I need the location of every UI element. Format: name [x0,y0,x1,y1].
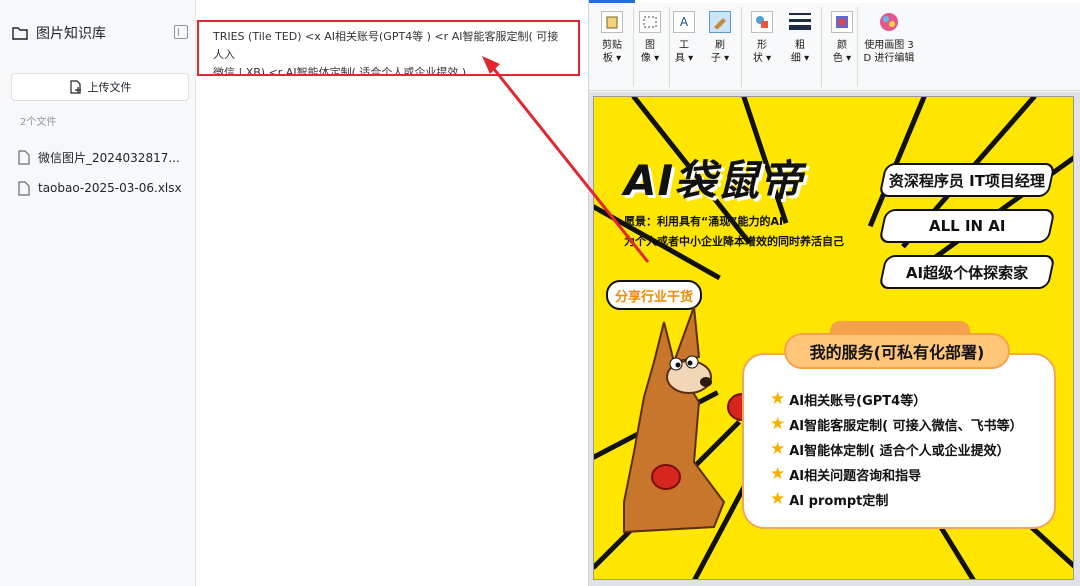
file-icon [18,149,30,165]
canvas-area[interactable]: AI袋鼠帝 愿景：利用具有“涌现”能力的AI 为个人或者中小企业降本增效的同时养… [589,92,1080,586]
services-title: 我的服务(可私有化部署) [784,333,1010,369]
service-text: AI prompt定制 [789,493,889,509]
service-item: ★ AI相关问题咨询和指导 [770,464,921,484]
tool-label: 工 [679,40,689,51]
tool-label: 色 ▾ [832,53,852,64]
file-icon [18,180,30,196]
ribbon-separator [821,7,822,87]
tool-label: 颜 [837,40,847,51]
tool-label: 刷 [715,40,725,51]
tool-label: 具 ▾ [674,53,694,64]
extracted-text-highlight[interactable]: TRIES (Tile TED) <x AI相关账号(GPT4等 ) <r AI… [197,20,580,76]
tool-label: 形 [757,40,767,51]
poster-vision-line: 愿景：利用具有“涌现”能力的AI [624,215,784,228]
upload-file-button[interactable]: 上传文件 [11,73,189,101]
sidebar-title: 图片知识库 [36,26,106,42]
poster-tag-text: AI超级个体探索家 [905,263,1029,282]
shapes-icon [751,11,773,33]
star-icon: ★ [770,414,786,434]
service-text: AI相关问题咨询和指导 [789,468,922,484]
brush-tool[interactable]: 刷 子 ▾ [703,9,737,89]
service-item: ★ AI相关账号(GPT4等） [770,389,926,409]
paint3d-icon [878,11,900,33]
stroke-width-tool[interactable]: 粗 细 ▾ [783,9,817,89]
colors-tool[interactable]: 颜 色 ▾ [825,9,859,89]
color-palette-icon [831,11,853,33]
tool-label: 粗 [795,40,805,51]
file-count: 2个文件 [20,117,57,128]
tools-tool[interactable]: A 工 具 ▾ [667,9,701,89]
text-line: 微信 | XB) <r AI智能体定制( 适合个人或企业提效 ) [213,66,467,76]
clipboard-tool[interactable]: 剪贴 板 ▾ [595,9,629,89]
poster-tag: ALL IN AI [878,209,1056,243]
poster-image[interactable]: AI袋鼠帝 愿景：利用具有“涌现”能力的AI 为个人或者中小企业降本增效的同时养… [593,96,1074,580]
service-item: ★ AI prompt定制 [770,489,888,509]
service-text: AI智能客服定制( 可接入微信、飞书等） [789,418,1023,434]
collapse-sidebar-icon[interactable] [174,25,188,39]
paint3d-button[interactable]: 使用画图 3 D 进行编辑 [859,9,919,89]
service-text: AI智能体定制( 适合个人或企业提效） [789,443,1010,459]
folder-icon [12,27,28,40]
shapes-tool[interactable]: 形 状 ▾ [745,9,779,89]
star-icon: ★ [770,464,786,484]
file-item[interactable]: taobao-2025-03-06.xlsx [18,179,188,197]
tool-label: D 进行编辑 [863,53,915,64]
service-text: AI相关账号(GPT4等） [789,393,927,409]
star-icon: ★ [770,389,786,409]
poster-tag: AI超级个体探索家 [878,255,1056,289]
tool-label: 状 ▾ [752,53,772,64]
upload-file-label: 上传文件 [87,81,132,94]
tool-label: 剪贴 [602,40,622,51]
poster-tag-text: 资深程序员 IT项目经理 [888,171,1046,190]
upload-file-icon [69,80,81,94]
tool-label: 子 ▾ [710,53,730,64]
star-icon: ★ [770,439,786,459]
star-icon: ★ [770,489,786,509]
poster-vision-line: 为个人或者中小企业降本增效的同时养活自己 [624,235,844,248]
tool-label: 细 ▾ [790,53,810,64]
knowledge-sidebar: 图片知识库 上传文件 2个文件 微信图片_2024032817... taoba… [0,0,196,586]
poster-title: AI袋鼠帝 [624,156,804,205]
text-line: TRIES (Tile TED) <x AI相关账号(GPT4等 ) <r AI… [213,30,559,61]
service-item: ★ AI智能客服定制( 可接入微信、飞书等） [770,414,1023,434]
ribbon-separator [857,7,858,87]
sidebar-header: 图片知识库 [12,22,188,44]
document-content: TRIES (Tile TED) <x AI相关账号(GPT4等 ) <r AI… [197,0,588,586]
file-name: 微信图片_2024032817... [38,150,180,165]
file-item[interactable]: 微信图片_2024032817... [18,148,188,166]
tool-label: 像 ▾ [640,53,660,64]
poster-tag: 资深程序员 IT项目经理 [878,163,1056,197]
paint-ribbon: 剪贴 板 ▾ 图 像 ▾ A 工 具 ▾ 刷 子 ▾ 形 状 ▾ 粗 细 ▾ 颜… [589,3,1080,91]
clipboard-icon [601,11,623,33]
select-icon [639,11,661,33]
brush-icon [709,11,731,33]
tool-label: 图 [645,40,655,51]
tool-label: 板 ▾ [602,53,622,64]
text-tool-icon: A [673,11,695,33]
tool-label: 使用画图 3 [864,40,914,51]
poster-tag-text: ALL IN AI [928,217,1006,235]
image-tool[interactable]: 图 像 ▾ [633,9,667,89]
service-item: ★ AI智能体定制( 适合个人或企业提效） [770,439,1010,459]
ribbon-separator [741,7,742,87]
stroke-width-icon [789,11,811,33]
paint-window: 剪贴 板 ▾ 图 像 ▾ A 工 具 ▾ 刷 子 ▾ 形 状 ▾ 粗 细 ▾ 颜… [588,0,1080,586]
file-name: taobao-2025-03-06.xlsx [38,181,182,195]
kangaroo-illustration [623,306,754,534]
